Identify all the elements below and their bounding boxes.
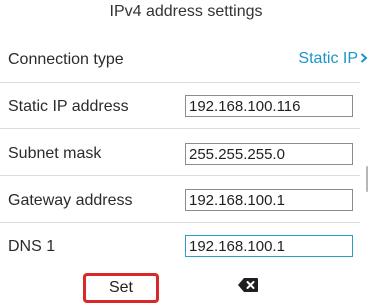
set-button[interactable]: Set — [83, 273, 159, 303]
connection-type-value[interactable]: Static IP — [298, 50, 368, 68]
backspace-icon[interactable] — [237, 277, 259, 293]
page-title: IPv4 address settings — [109, 3, 263, 20]
connection-type-label: Connection type — [8, 51, 124, 68]
chevron-right-icon — [360, 53, 368, 63]
subnet-mask-label: Subnet mask — [8, 145, 102, 162]
static-ip-field[interactable] — [185, 95, 353, 117]
gateway-label: Gateway address — [8, 192, 133, 209]
gateway-field[interactable] — [185, 189, 353, 211]
connection-type-value-text: Static IP — [298, 50, 358, 67]
dns1-label: DNS 1 — [8, 238, 56, 255]
static-ip-label: Static IP address — [8, 98, 129, 115]
dns1-field[interactable] — [185, 235, 353, 257]
softkey-bar: Set — [0, 268, 372, 304]
subnet-mask-field[interactable] — [185, 143, 353, 165]
scrollbar[interactable] — [366, 166, 368, 192]
